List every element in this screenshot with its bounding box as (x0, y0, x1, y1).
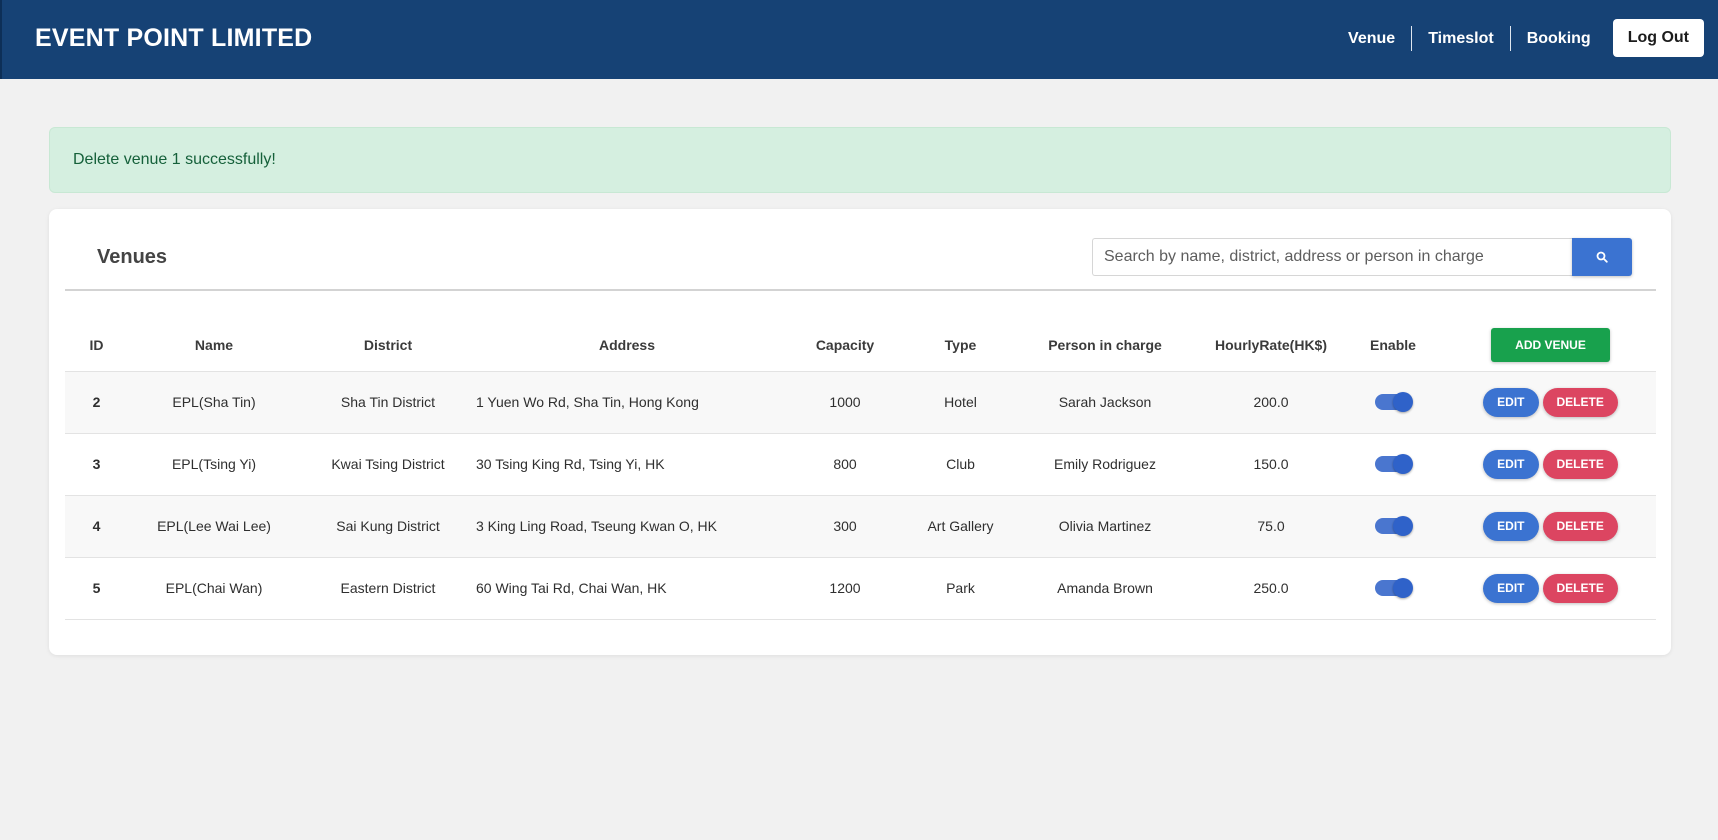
search-icon (1596, 251, 1608, 263)
alert-message: Delete venue 1 successfully! (73, 151, 276, 168)
cell-name: EPL(Chai Wan) (128, 557, 300, 620)
enable-toggle[interactable] (1375, 515, 1413, 536)
toggle-knob (1393, 515, 1413, 536)
cell-person: Emily Rodriguez (1009, 433, 1201, 496)
edit-button[interactable]: EDIT (1483, 511, 1539, 541)
venues-card: Venues ID Name Distric (49, 209, 1671, 655)
delete-button[interactable]: DELETE (1542, 387, 1618, 417)
cell-address: 30 Tsing King Rd, Tsing Yi, HK (476, 433, 778, 496)
column-header-capacity: Capacity (778, 319, 912, 372)
cell-actions: EDIT DELETE (1445, 371, 1656, 434)
edit-button[interactable]: EDIT (1483, 573, 1539, 603)
toggle-knob (1393, 577, 1413, 598)
nav-link-booking[interactable]: Booking (1511, 26, 1607, 51)
search-button[interactable] (1572, 238, 1632, 276)
table-header-row: ID Name District Address Capacity Type P… (65, 319, 1656, 372)
cell-id: 4 (65, 495, 128, 558)
cell-enable (1341, 371, 1445, 434)
column-header-name: Name (128, 319, 300, 372)
cell-capacity: 1200 (778, 557, 912, 620)
cell-district: Kwai Tsing District (300, 433, 476, 496)
cell-district: Sha Tin District (300, 371, 476, 434)
cell-district: Eastern District (300, 557, 476, 620)
logout-button[interactable]: Log Out (1612, 19, 1704, 57)
nav-menu: Venue Timeslot Booking Log Out (1332, 19, 1704, 57)
cell-rate: 200.0 (1201, 371, 1341, 434)
card-divider (65, 289, 1656, 291)
toggle-knob (1393, 453, 1413, 474)
cell-address: 60 Wing Tai Rd, Chai Wan, HK (476, 557, 778, 620)
delete-button[interactable]: DELETE (1542, 573, 1618, 603)
cell-name: EPL(Tsing Yi) (128, 433, 300, 496)
cell-enable (1341, 495, 1445, 558)
cell-enable (1341, 433, 1445, 496)
cell-id: 3 (65, 433, 128, 496)
cell-capacity: 300 (778, 495, 912, 558)
venues-table: ID Name District Address Capacity Type P… (65, 319, 1656, 620)
success-alert: Delete venue 1 successfully! (49, 127, 1671, 193)
column-header-person: Person in charge (1009, 319, 1201, 372)
cell-rate: 150.0 (1201, 433, 1341, 496)
search-bar (1092, 238, 1632, 276)
cell-person: Olivia Martinez (1009, 495, 1201, 558)
cell-id: 2 (65, 371, 128, 434)
cell-name: EPL(Sha Tin) (128, 371, 300, 434)
cell-capacity: 800 (778, 433, 912, 496)
edit-button[interactable]: EDIT (1483, 449, 1539, 479)
top-navbar: EVENT POINT LIMITED Venue Timeslot Booki… (0, 0, 1718, 79)
cell-person: Amanda Brown (1009, 557, 1201, 620)
delete-button[interactable]: DELETE (1542, 511, 1618, 541)
edit-button[interactable]: EDIT (1483, 387, 1539, 417)
cell-actions: EDIT DELETE (1445, 495, 1656, 558)
nav-link-venue[interactable]: Venue (1332, 26, 1411, 51)
cell-rate: 250.0 (1201, 557, 1341, 620)
enable-toggle[interactable] (1375, 453, 1413, 474)
table-row: 4 EPL(Lee Wai Lee) Sai Kung District 3 K… (65, 495, 1656, 558)
cell-type: Park (912, 557, 1009, 620)
cell-address: 1 Yuen Wo Rd, Sha Tin, Hong Kong (476, 371, 778, 434)
brand-logo[interactable]: EVENT POINT LIMITED (35, 24, 312, 53)
cell-type: Art Gallery (912, 495, 1009, 558)
column-header-rate: HourlyRate(HK$) (1201, 319, 1341, 372)
cell-actions: EDIT DELETE (1445, 433, 1656, 496)
cell-type: Club (912, 433, 1009, 496)
cell-district: Sai Kung District (300, 495, 476, 558)
cell-address: 3 King Ling Road, Tseung Kwan O, HK (476, 495, 778, 558)
cell-actions: EDIT DELETE (1445, 557, 1656, 620)
column-header-district: District (300, 319, 476, 372)
search-input[interactable] (1092, 238, 1573, 276)
column-header-type: Type (912, 319, 1009, 372)
column-header-actions: ADD VENUE (1445, 319, 1656, 372)
cell-name: EPL(Lee Wai Lee) (128, 495, 300, 558)
table-row: 2 EPL(Sha Tin) Sha Tin District 1 Yuen W… (65, 371, 1656, 434)
page-title: Venues (97, 246, 168, 268)
column-header-id: ID (65, 319, 128, 372)
cell-capacity: 1000 (778, 371, 912, 434)
column-header-address: Address (476, 319, 778, 372)
nav-link-timeslot[interactable]: Timeslot (1412, 26, 1510, 51)
column-header-enable: Enable (1341, 319, 1445, 372)
toggle-knob (1393, 391, 1413, 412)
cell-type: Hotel (912, 371, 1009, 434)
cell-person: Sarah Jackson (1009, 371, 1201, 434)
delete-button[interactable]: DELETE (1542, 449, 1618, 479)
cell-id: 5 (65, 557, 128, 620)
table-row: 3 EPL(Tsing Yi) Kwai Tsing District 30 T… (65, 433, 1656, 496)
enable-toggle[interactable] (1375, 577, 1413, 598)
add-venue-button[interactable]: ADD VENUE (1491, 327, 1610, 362)
cell-rate: 75.0 (1201, 495, 1341, 558)
table-row: 5 EPL(Chai Wan) Eastern District 60 Wing… (65, 557, 1656, 620)
enable-toggle[interactable] (1375, 391, 1413, 412)
cell-enable (1341, 557, 1445, 620)
